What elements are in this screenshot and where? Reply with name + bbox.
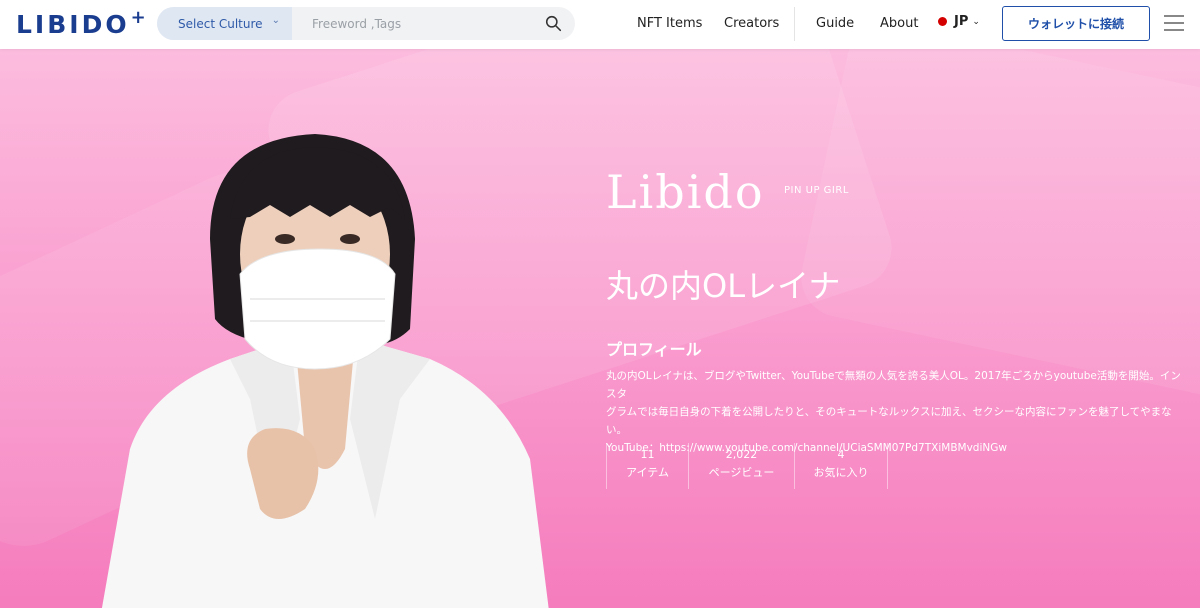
chevron-down-icon: ⌄ xyxy=(271,15,280,26)
search-bar: Select Culture ⌄ xyxy=(157,7,575,40)
creator-hero: Libido PIN UP GIRL 丸の内OLレイナ プロフィール 丸の内OL… xyxy=(0,49,1200,608)
search-icon[interactable] xyxy=(545,15,562,32)
libido-brand-logo: Libido xyxy=(606,165,765,219)
stat-favorites: 4 お気に入り xyxy=(794,443,888,489)
site-header: LIBIDO + Select Culture ⌄ NFT Items Crea… xyxy=(0,0,1200,49)
stat-label: お気に入り xyxy=(813,466,869,479)
search-input[interactable] xyxy=(292,7,575,40)
culture-select-label: Select Culture xyxy=(178,16,263,31)
nav-divider xyxy=(794,7,795,41)
connect-wallet-button[interactable]: ウォレットに接続 xyxy=(1002,6,1150,41)
profile-line: 丸の内OLレイナは、ブログやTwitter、YouTubeで無類の人気を誇る美人… xyxy=(606,370,1181,400)
nav-guide[interactable]: Guide xyxy=(816,16,854,31)
language-selector[interactable]: JP ⌄ xyxy=(938,14,980,29)
background-shape xyxy=(793,49,1200,404)
logo-plus: + xyxy=(130,6,146,28)
site-logo[interactable]: LIBIDO + xyxy=(16,6,146,39)
logo-text: LIBIDO xyxy=(16,9,130,39)
stat-label: アイテム xyxy=(626,466,669,479)
stat-value: 4 xyxy=(837,448,845,461)
nav-about[interactable]: About xyxy=(880,16,918,31)
creator-name: 丸の内OLレイナ xyxy=(606,267,841,305)
stat-page-views: 2,022 ページビュー xyxy=(688,443,794,489)
chevron-down-icon: ⌄ xyxy=(972,16,980,27)
stat-label: ページビュー xyxy=(708,466,775,479)
nav-creators[interactable]: Creators xyxy=(724,16,779,31)
brand-subtitle: PIN UP GIRL xyxy=(784,185,849,196)
stat-value: 2,022 xyxy=(725,448,758,461)
stat-items: 11 アイテム xyxy=(606,443,688,489)
language-label: JP xyxy=(954,14,969,29)
nav-nft-items[interactable]: NFT Items xyxy=(637,16,702,31)
profile-heading: プロフィール xyxy=(606,340,702,359)
culture-select[interactable]: Select Culture ⌄ xyxy=(157,7,292,40)
creator-stats: 11 アイテム 2,022 ページビュー 4 お気に入り xyxy=(606,443,888,489)
creator-photo xyxy=(101,134,549,608)
japan-flag-icon xyxy=(938,17,947,26)
hamburger-menu-icon[interactable] xyxy=(1164,15,1184,31)
stat-value: 11 xyxy=(640,448,655,461)
profile-line: グラムでは毎日自身の下着を公開したりと、そのキュートなルックスに加え、セクシーな… xyxy=(606,406,1172,436)
